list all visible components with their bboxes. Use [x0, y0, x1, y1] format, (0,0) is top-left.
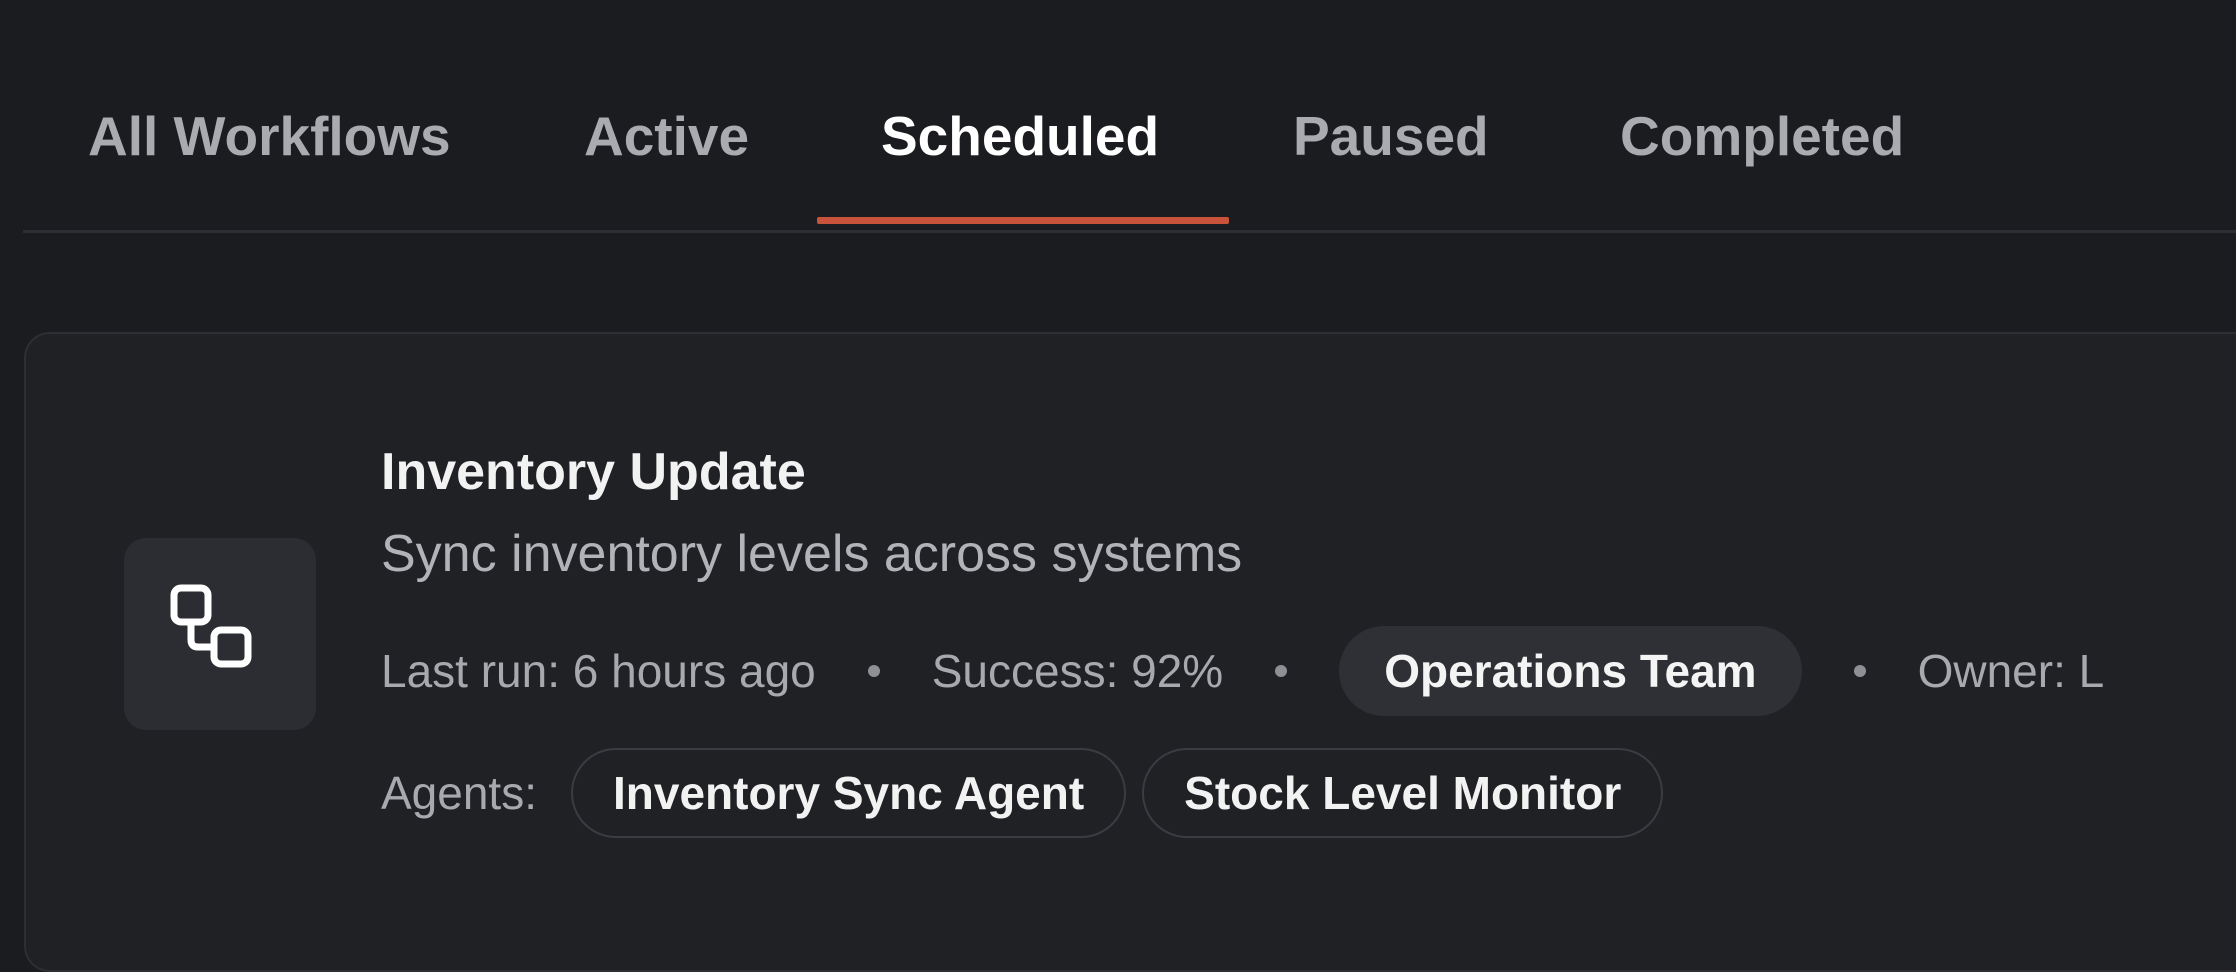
workflow-meta: Last run: 6 hours ago Success: 92% Opera…: [381, 626, 2104, 716]
workflow-card[interactable]: Inventory Update Sync inventory levels a…: [24, 332, 2236, 972]
separator-dot: [1853, 665, 1866, 677]
tab-completed[interactable]: Completed: [1620, 96, 1904, 176]
agent-chip-stock-level-monitor[interactable]: Stock Level Monitor: [1142, 748, 1664, 838]
tab-paused[interactable]: Paused: [1293, 96, 1489, 176]
workflow-description: Sync inventory levels across systems: [381, 525, 1243, 583]
team-badge[interactable]: Operations Team: [1339, 626, 1802, 716]
last-run-text: Last run: 6 hours ago: [381, 645, 816, 697]
tab-scheduled[interactable]: Scheduled: [881, 96, 1159, 176]
separator-dot: [867, 665, 880, 677]
tabs-divider: [23, 230, 2236, 233]
tab-active[interactable]: Active: [584, 96, 749, 176]
separator-dot: [1275, 665, 1288, 677]
active-tab-indicator: [817, 217, 1229, 224]
agents-label: Agents:: [381, 767, 537, 819]
workflow-icon-box: [124, 538, 316, 730]
workflow-tabs: All Workflows Active Scheduled Paused Co…: [0, 0, 2236, 233]
tab-all-workflows[interactable]: All Workflows: [88, 96, 451, 176]
workflow-title: Inventory Update: [381, 443, 806, 501]
agent-chip-inventory-sync[interactable]: Inventory Sync Agent: [571, 748, 1127, 838]
success-rate-text: Success: 92%: [931, 645, 1224, 697]
agents-row: Agents: Inventory Sync Agent Stock Level…: [381, 748, 1679, 838]
owner-text: Owner: L: [1917, 645, 2105, 697]
